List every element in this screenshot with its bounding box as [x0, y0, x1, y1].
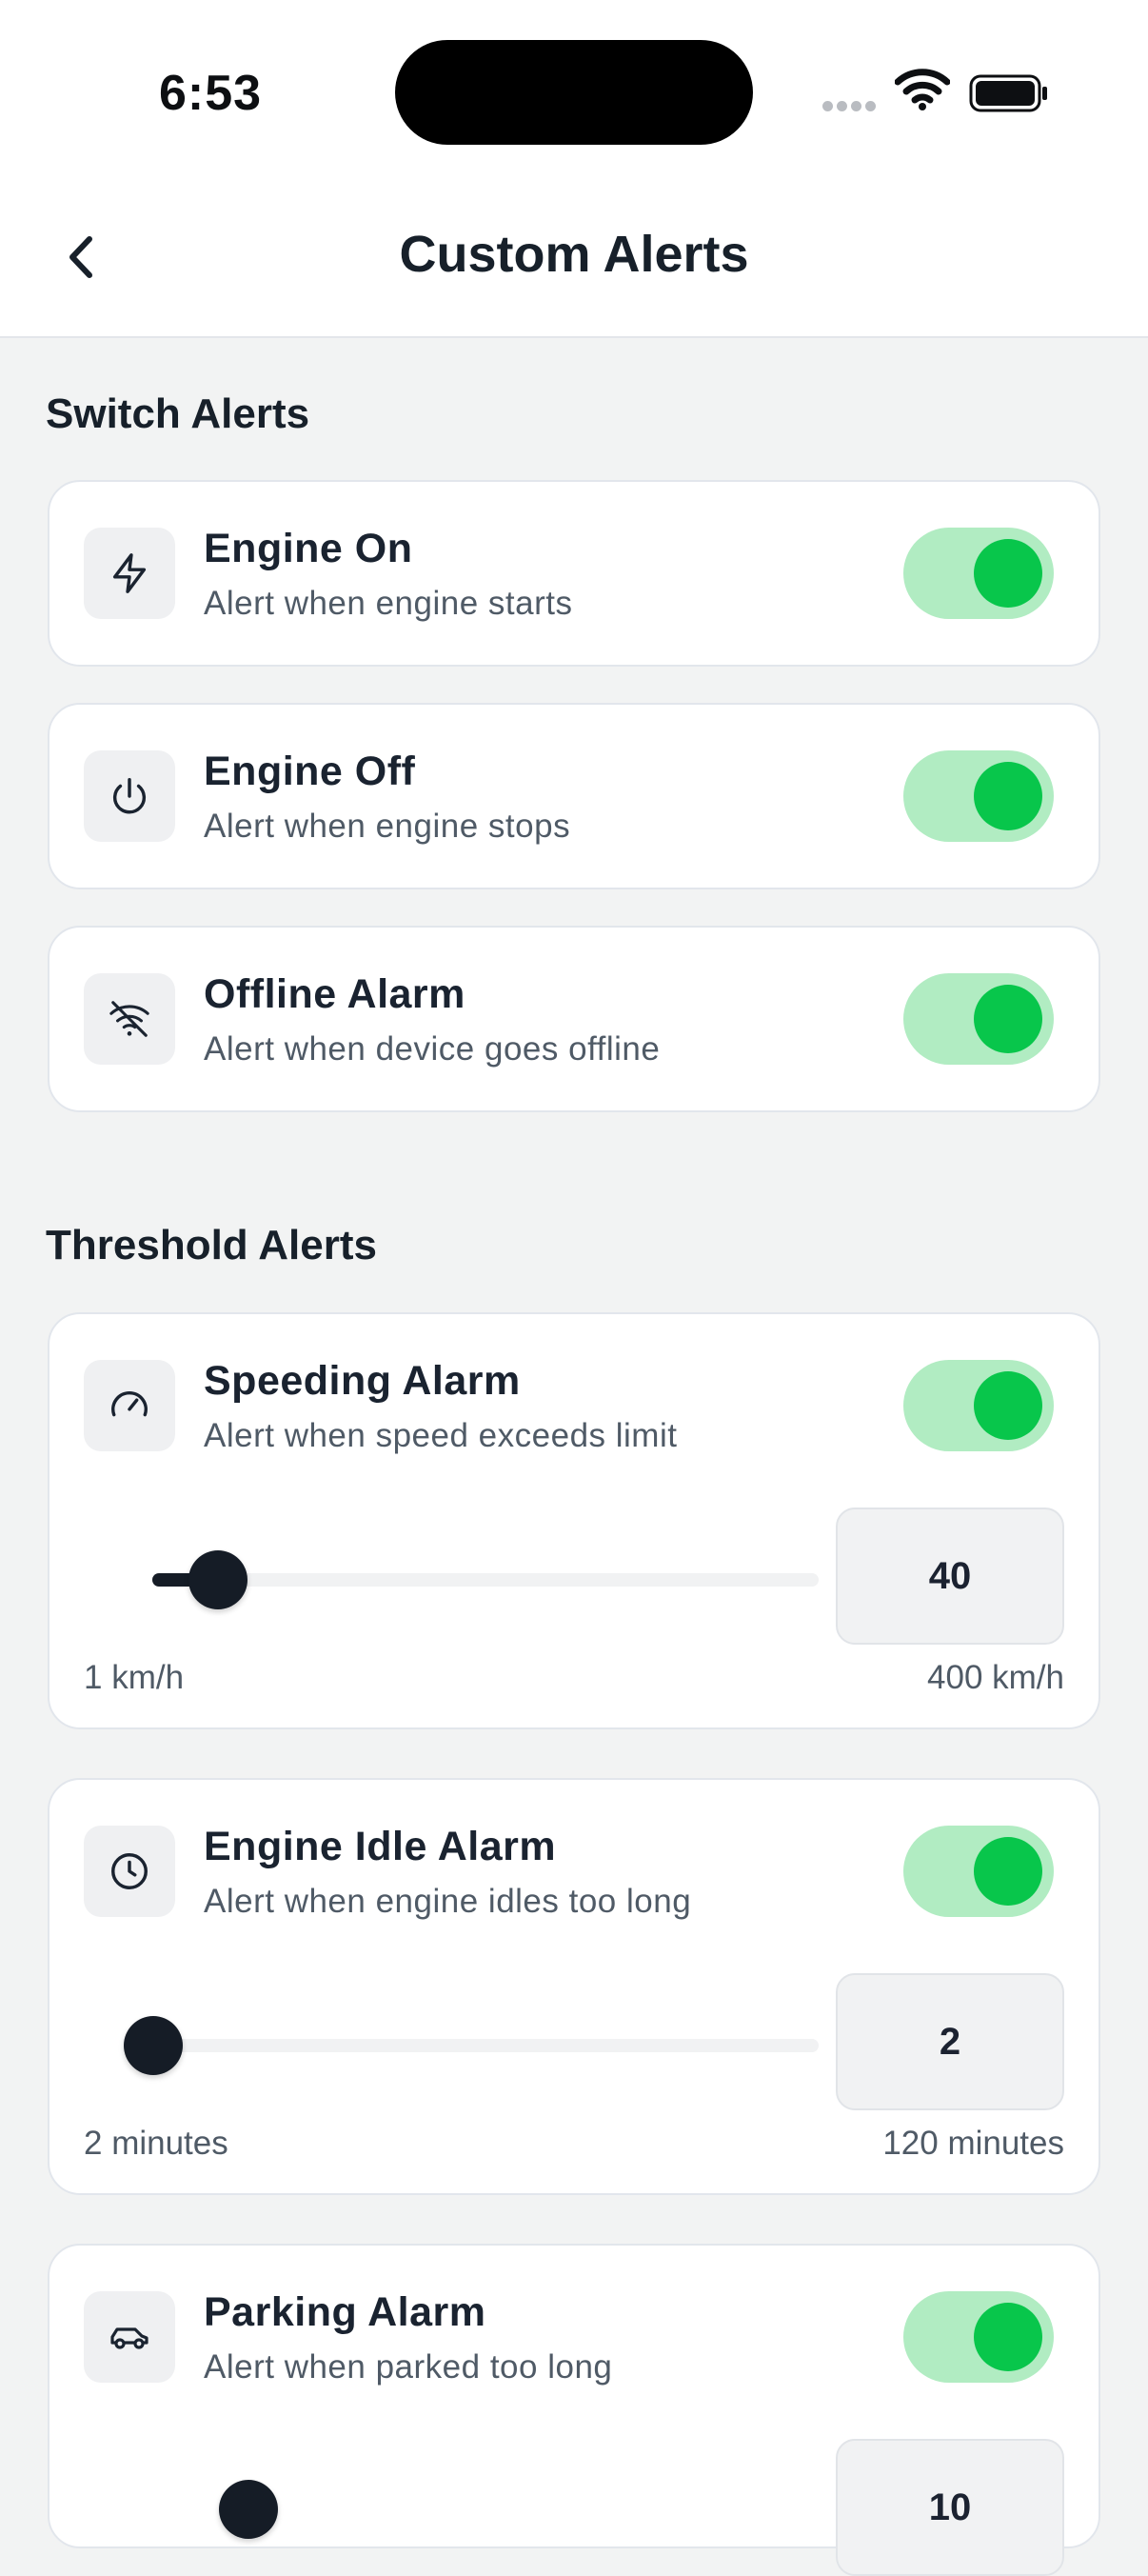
speed-limit-value-input[interactable]: 40 — [836, 1508, 1064, 1645]
idle-duration-slider[interactable] — [124, 2016, 819, 2075]
speeding-alarm-toggle[interactable] — [903, 1360, 1054, 1451]
alert-name: Engine On — [204, 526, 413, 571]
top-bar: 6:53 Custom Alerts — [0, 0, 1148, 338]
range-min-label: 2 minutes — [84, 2125, 228, 2162]
alert-description: Alert when engine starts — [204, 585, 573, 622]
wifi-off-icon — [84, 973, 175, 1065]
speedometer-icon — [84, 1360, 175, 1451]
offline-alarm-toggle[interactable] — [903, 973, 1054, 1065]
status-time: 6:53 — [159, 66, 263, 121]
speed-limit-slider[interactable] — [152, 1550, 819, 1609]
clock-icon — [84, 1826, 175, 1917]
alert-name: Parking Alarm — [204, 2289, 486, 2335]
toggle-knob — [974, 1837, 1042, 1906]
toggle-knob — [974, 2303, 1042, 2371]
parking-duration-value-input[interactable]: 10 — [836, 2439, 1064, 2576]
toggle-knob — [974, 539, 1042, 608]
alert-card-offline-alarm: Offline Alarm Alert when device goes off… — [48, 926, 1100, 1112]
alert-card-parking-alarm: Parking Alarm Alert when parked too long… — [48, 2244, 1100, 2576]
car-icon — [84, 2291, 175, 2383]
battery-icon — [969, 74, 1049, 117]
slider-thumb[interactable] — [188, 1550, 248, 1609]
engine-on-toggle[interactable] — [903, 528, 1054, 619]
alert-card-engine-off: Engine Off Alert when engine stops — [48, 703, 1100, 889]
lightning-icon — [84, 528, 175, 619]
alert-card-speeding-alarm: Speeding Alarm Alert when speed exceeds … — [48, 1312, 1100, 1729]
alert-description: Alert when engine stops — [204, 808, 571, 845]
page-title: Custom Alerts — [399, 226, 749, 283]
alert-name: Engine Off — [204, 749, 416, 794]
wifi-icon — [894, 69, 951, 115]
alert-description: Alert when device goes offline — [204, 1030, 661, 1068]
engine-idle-alarm-toggle[interactable] — [903, 1826, 1054, 1917]
parking-duration-slider-thumb[interactable] — [219, 2480, 278, 2539]
toggle-knob — [974, 762, 1042, 830]
alert-name: Speeding Alarm — [204, 1358, 521, 1404]
range-max-label: 400 km/h — [927, 1659, 1064, 1696]
dynamic-island — [395, 40, 753, 145]
alert-description: Alert when parked too long — [204, 2348, 613, 2386]
toggle-knob — [974, 985, 1042, 1053]
alert-description: Alert when engine idles too long — [204, 1883, 692, 1920]
alert-card-engine-on: Engine On Alert when engine starts — [48, 480, 1100, 667]
alert-description: Alert when speed exceeds limit — [204, 1417, 678, 1454]
idle-duration-value-input[interactable]: 2 — [836, 1973, 1064, 2110]
alert-name: Engine Idle Alarm — [204, 1824, 557, 1869]
range-min-label: 1 km/h — [84, 1659, 185, 1696]
alert-name: Offline Alarm — [204, 971, 465, 1017]
cellular-signal-icon — [822, 99, 880, 116]
slider-thumb[interactable] — [124, 2016, 183, 2075]
parking-alarm-toggle[interactable] — [903, 2291, 1054, 2383]
toggle-knob — [974, 1371, 1042, 1440]
power-icon — [84, 750, 175, 842]
engine-off-toggle[interactable] — [903, 750, 1054, 842]
range-max-label: 120 minutes — [882, 2125, 1064, 2162]
section-title-threshold-alerts: Threshold Alerts — [46, 1222, 377, 1268]
section-title-switch-alerts: Switch Alerts — [46, 390, 310, 437]
alert-card-engine-idle-alarm: Engine Idle Alarm Alert when engine idle… — [48, 1778, 1100, 2195]
